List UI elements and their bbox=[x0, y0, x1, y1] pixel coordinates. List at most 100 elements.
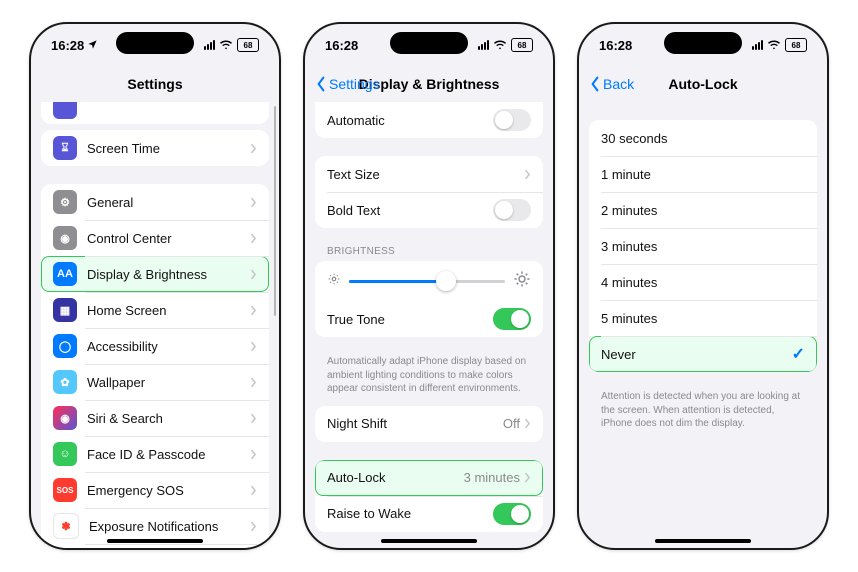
navbar: Back Auto-Lock bbox=[579, 66, 827, 102]
display-brightness-label: Display & Brightness bbox=[87, 267, 250, 282]
row-display-brightness[interactable]: AA Display & Brightness bbox=[41, 256, 269, 292]
cell-signal-icon bbox=[752, 40, 763, 50]
wifi-icon bbox=[219, 38, 233, 53]
option-3-minutes[interactable]: 3 minutes bbox=[589, 228, 817, 264]
option-label: 4 minutes bbox=[601, 275, 805, 290]
chevron-right-icon bbox=[250, 197, 257, 208]
back-label: Settings bbox=[329, 76, 380, 92]
home-indicator[interactable] bbox=[107, 539, 203, 543]
display-brightness-list[interactable]: Automatic Text Size Bold Text BRIGHTNESS bbox=[305, 102, 553, 548]
notch bbox=[664, 32, 742, 54]
raise-to-wake-label: Raise to Wake bbox=[327, 506, 493, 521]
row-general[interactable]: ⚙︎General bbox=[41, 184, 269, 220]
row-text-size[interactable]: Text Size bbox=[315, 156, 543, 192]
scrollbar[interactable] bbox=[274, 106, 276, 316]
option-2-minutes[interactable]: 2 minutes bbox=[589, 192, 817, 228]
row-emergency-sos[interactable]: SOSEmergency SOS bbox=[41, 472, 269, 508]
wifi-icon bbox=[767, 38, 781, 53]
navbar: Settings bbox=[31, 66, 279, 102]
chevron-right-icon bbox=[250, 485, 257, 496]
option-never[interactable]: Never✓ bbox=[589, 336, 817, 372]
exposure-notifications-icon: ✽ bbox=[53, 513, 79, 539]
chevron-right-icon bbox=[250, 377, 257, 388]
row-accessibility[interactable]: ◯ Accessibility bbox=[41, 328, 269, 364]
row-raise-to-wake[interactable]: Raise to Wake bbox=[315, 496, 543, 532]
wallpaper-icon: ✿ bbox=[53, 370, 77, 394]
row-siri-search[interactable]: ◉Siri & Search bbox=[41, 400, 269, 436]
chevron-right-icon bbox=[250, 143, 257, 154]
home-indicator[interactable] bbox=[655, 539, 751, 543]
row-auto-lock[interactable]: Auto-Lock 3 minutes bbox=[315, 460, 543, 496]
accessibility-label: Accessibility bbox=[87, 339, 250, 354]
row-battery[interactable]: ▮Battery bbox=[41, 544, 269, 548]
home-indicator[interactable] bbox=[381, 539, 477, 543]
control-center-label: Control Center bbox=[87, 231, 250, 246]
row-control-center[interactable]: ◉Control Center bbox=[41, 220, 269, 256]
brightness-slider-row[interactable] bbox=[315, 261, 543, 301]
option-4-minutes[interactable]: 4 minutes bbox=[589, 264, 817, 300]
option-label: 3 minutes bbox=[601, 239, 805, 254]
option-1-minute[interactable]: 1 minute bbox=[589, 156, 817, 192]
automatic-toggle[interactable] bbox=[493, 109, 531, 131]
auto-lock-label: Auto-Lock bbox=[327, 470, 464, 485]
back-button[interactable]: Back bbox=[589, 76, 634, 92]
phone-display-brightness: 16:28 68 Settings Display & Brightness A… bbox=[303, 22, 555, 550]
row-bold-text[interactable]: Bold Text bbox=[315, 192, 543, 228]
peek-icon bbox=[53, 102, 77, 119]
bold-text-label: Bold Text bbox=[327, 203, 493, 218]
back-button[interactable]: Settings bbox=[315, 76, 380, 92]
list-peek-row[interactable] bbox=[41, 102, 269, 124]
chevron-right-icon bbox=[250, 305, 257, 316]
raise-to-wake-toggle[interactable] bbox=[493, 503, 531, 525]
chevron-right-icon bbox=[250, 233, 257, 244]
option-label: 1 minute bbox=[601, 167, 805, 182]
brightness-slider[interactable] bbox=[349, 280, 505, 283]
status-time: 16:28 bbox=[599, 38, 632, 53]
accessibility-icon: ◯ bbox=[53, 334, 77, 358]
chevron-right-icon bbox=[524, 472, 531, 483]
row-true-tone[interactable]: True Tone bbox=[315, 301, 543, 337]
cell-signal-icon bbox=[204, 40, 215, 50]
status-time: 16:28 bbox=[325, 38, 358, 53]
checkmark-icon: ✓ bbox=[792, 344, 805, 364]
home-screen-label: Home Screen bbox=[87, 303, 250, 318]
row-screen-time[interactable]: ⌛︎Screen Time bbox=[41, 130, 269, 166]
option-label: 30 seconds bbox=[601, 131, 805, 146]
true-tone-toggle[interactable] bbox=[493, 308, 531, 330]
location-icon bbox=[87, 38, 98, 53]
row-wallpaper[interactable]: ✿ Wallpaper bbox=[41, 364, 269, 400]
chevron-right-icon bbox=[524, 418, 531, 429]
row-home-screen[interactable]: ▦Home Screen bbox=[41, 292, 269, 328]
true-tone-label: True Tone bbox=[327, 312, 493, 327]
notch bbox=[116, 32, 194, 54]
siri-search-icon: ◉ bbox=[53, 406, 77, 430]
battery-icon: 68 bbox=[237, 38, 259, 52]
general-label: General bbox=[87, 195, 250, 210]
row-night-shift[interactable]: Night Shift Off bbox=[315, 406, 543, 442]
wifi-icon bbox=[493, 38, 507, 53]
option-30-seconds[interactable]: 30 seconds bbox=[589, 120, 817, 156]
chevron-right-icon bbox=[250, 341, 257, 352]
display-brightness-icon: AA bbox=[53, 262, 77, 286]
auto-lock-list[interactable]: 30 seconds 1 minute 2 minutes 3 minutes 4 mi… bbox=[579, 102, 827, 548]
wallpaper-label: Wallpaper bbox=[87, 375, 250, 390]
brightness-header: BRIGHTNESS bbox=[327, 246, 553, 257]
notch bbox=[390, 32, 468, 54]
chevron-right-icon bbox=[250, 269, 257, 280]
emergency-sos-icon: SOS bbox=[53, 478, 77, 502]
auto-lock-value: 3 minutes bbox=[464, 470, 520, 485]
faceid-passcode-icon: ☺︎ bbox=[53, 442, 77, 466]
option-5-minutes[interactable]: 5 minutes bbox=[589, 300, 817, 336]
chevron-right-icon bbox=[524, 169, 531, 180]
bold-text-toggle[interactable] bbox=[493, 199, 531, 221]
true-tone-footer: Automatically adapt iPhone display based… bbox=[327, 355, 531, 396]
chevron-right-icon bbox=[250, 449, 257, 460]
battery-icon: 68 bbox=[785, 38, 807, 52]
chevron-right-icon bbox=[250, 413, 257, 424]
settings-list[interactable]: ⌛︎Screen Time⚙︎General◉Control CenterAAD… bbox=[31, 102, 279, 548]
row-automatic[interactable]: Automatic bbox=[315, 102, 543, 138]
night-shift-label: Night Shift bbox=[327, 416, 503, 431]
phone-auto-lock: 16:28 68 Back Auto-Lock 30 seconds 1 minu… bbox=[577, 22, 829, 550]
page-title: Display & Brightness bbox=[359, 76, 500, 92]
row-faceid-passcode[interactable]: ☺︎Face ID & Passcode bbox=[41, 436, 269, 472]
